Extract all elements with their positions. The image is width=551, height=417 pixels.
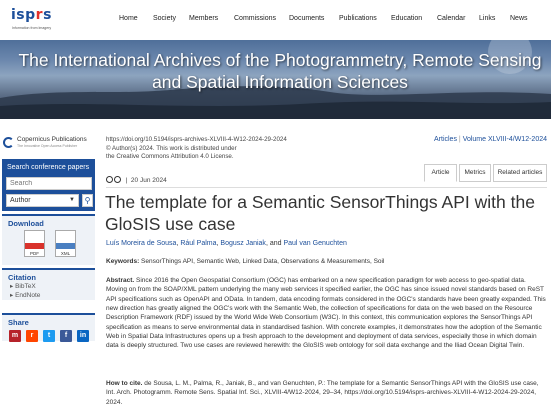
nav-members[interactable]: Members <box>189 15 218 22</box>
tab-article[interactable]: Article <box>424 164 457 182</box>
share-title: Share <box>8 318 29 327</box>
publisher-name: Copernicus Publications <box>17 136 87 143</box>
nav-society[interactable]: Society <box>153 15 176 22</box>
endnote-link[interactable]: ▸ EndNote <box>2 291 95 300</box>
by-icon <box>114 176 121 183</box>
search-button[interactable]: ⚲ <box>82 194 93 207</box>
twitter-icon[interactable]: t <box>43 330 55 342</box>
abstract-label: Abstract. <box>106 277 135 284</box>
pdf-band <box>25 243 44 249</box>
keywords: Keywords: SensorThings API, Semantic Web… <box>106 258 546 265</box>
linkedin-icon[interactable]: in <box>77 330 89 342</box>
author-separator: , and <box>265 240 284 247</box>
bibtex-link[interactable]: ▸ BibTeX <box>2 282 95 291</box>
breadcrumb-sep: | <box>458 136 461 143</box>
top-bar: isprs Information from Imagery Home Soci… <box>0 0 551 40</box>
copernicus-icon <box>3 137 14 148</box>
publisher-tagline: The Innovative Open Access Publisher <box>17 144 78 148</box>
search-field-select[interactable]: Author ▼ <box>6 194 79 207</box>
author-link[interactable]: Paul van Genuchten <box>283 240 346 247</box>
keywords-text: SensorThings API, Semantic Web, Linked D… <box>141 258 385 265</box>
howto-text: de Sousa, L. M., Palma, R., Janiak, B., … <box>106 380 539 406</box>
article-meta: https://doi.org/10.5194/isprs-archives-X… <box>106 136 436 162</box>
author-link[interactable]: Luís Moreira de Sousa <box>106 240 176 247</box>
author-link[interactable]: Bogusz Janiak <box>220 240 266 247</box>
reddit-icon[interactable]: r <box>26 330 38 342</box>
author-list: Luís Moreira de Sousa, Rául Palma, Bogus… <box>106 240 546 247</box>
date-line: | 20 Jun 2024 <box>106 176 167 184</box>
citation-title: Citation <box>8 273 36 282</box>
nav-education[interactable]: Education <box>391 15 422 22</box>
publish-date: 20 Jun 2024 <box>130 177 167 184</box>
nav-documents[interactable]: Documents <box>289 15 324 22</box>
hero-banner: The International Archives of the Photog… <box>0 40 551 119</box>
tab-metrics[interactable]: Metrics <box>459 164 491 182</box>
nav-links[interactable]: Links <box>479 15 495 22</box>
citation-section: Citation ▸ BibTeX ▸ EndNote <box>2 268 95 300</box>
copernicus-logo[interactable]: Copernicus Publications The Innovative O… <box>3 136 98 152</box>
article-breadcrumb: Articles | Volume XLVIII-4/W12-2024 <box>434 136 547 143</box>
download-section: Download PDF XML <box>2 214 95 265</box>
abstract-text: Since 2016 the Open Geospatial Consortiu… <box>106 277 546 350</box>
abstract: Abstract. Since 2016 the Open Geospatial… <box>106 276 546 351</box>
search-panel: Search conference papers Author ▼ ⚲ <box>2 159 95 211</box>
nav-calendar[interactable]: Calendar <box>437 15 465 22</box>
tab-related-articles[interactable]: Related articles <box>493 164 547 182</box>
search-field-value: Author <box>10 197 31 204</box>
license-text[interactable]: the Creative Commons Attribution 4.0 Lic… <box>106 153 436 162</box>
search-input[interactable] <box>6 177 92 190</box>
chevron-down-icon: ▼ <box>69 197 75 203</box>
howto-label: How to cite. <box>106 380 143 387</box>
articles-link[interactable]: Articles <box>434 136 457 143</box>
doi-link[interactable]: https://doi.org/10.5194/isprs-archives-X… <box>106 136 436 145</box>
copyright-text: © Author(s) 2024. This work is distribut… <box>106 144 237 152</box>
how-to-cite: How to cite. de Sousa, L. M., Palma, R.,… <box>106 379 546 407</box>
divider <box>106 187 547 188</box>
volume-link[interactable]: Volume XLVIII-4/W12-2024 <box>463 136 547 143</box>
mendeley-icon[interactable]: m <box>9 330 21 342</box>
pdf-download-icon[interactable]: PDF <box>24 230 45 257</box>
cc-icon <box>106 176 113 183</box>
nav-publications[interactable]: Publications <box>339 15 377 22</box>
search-icon: ⚲ <box>84 196 91 205</box>
author-link[interactable]: Rául Palma <box>180 240 216 247</box>
endnote-label: EndNote <box>15 292 41 299</box>
nav-commissions[interactable]: Commissions <box>234 15 276 22</box>
nav-news[interactable]: News <box>510 15 528 22</box>
download-title: Download <box>8 219 44 228</box>
pdf-label: PDF <box>30 251 39 256</box>
keywords-label: Keywords: <box>106 258 140 265</box>
bibtex-label: BibTeX <box>15 283 36 290</box>
xml-band <box>56 243 75 249</box>
banner-title: The International Archives of the Photog… <box>18 50 542 92</box>
share-section: Share m r t f in <box>2 313 95 342</box>
facebook-icon[interactable]: f <box>60 330 72 342</box>
xml-label: XML <box>60 251 71 256</box>
nav-home[interactable]: Home <box>119 15 138 22</box>
search-title: Search conference papers <box>7 164 90 171</box>
page-title: The template for a Semantic SensorThings… <box>105 192 535 234</box>
xml-download-icon[interactable]: XML <box>55 230 76 257</box>
main-nav: Home Society Members Commissions Documen… <box>0 15 551 27</box>
